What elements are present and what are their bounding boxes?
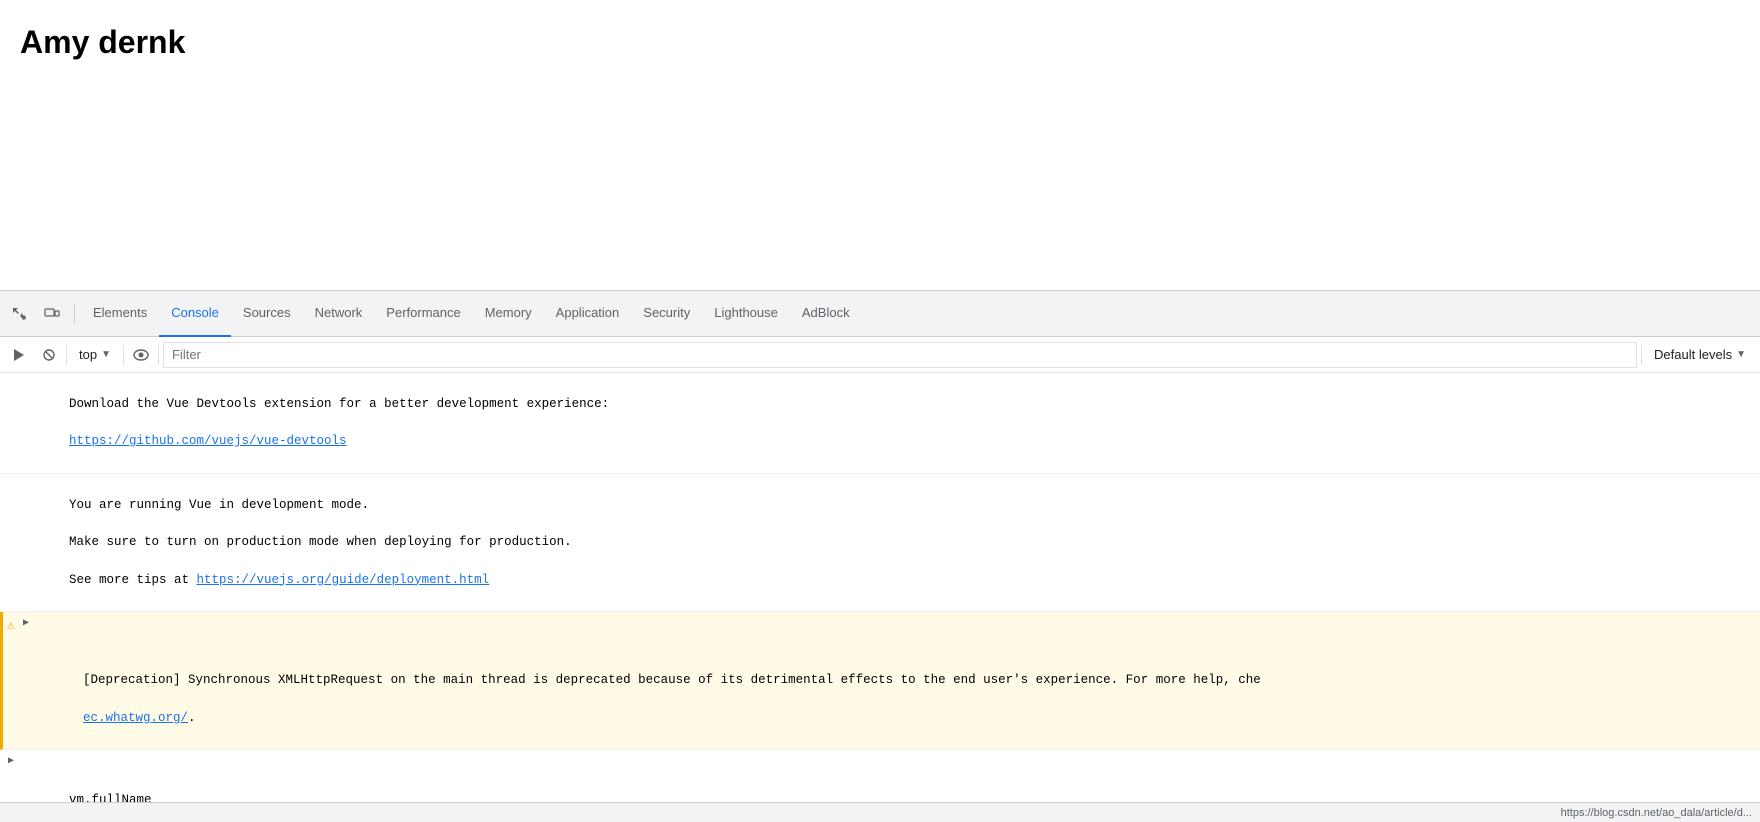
- tab-lighthouse[interactable]: Lighthouse: [702, 291, 790, 337]
- chevron-down-icon: ▼: [101, 349, 111, 360]
- tab-security[interactable]: Security: [631, 291, 702, 337]
- tab-divider: [74, 304, 75, 324]
- vue-deployment-link[interactable]: https://vuejs.org/guide/deployment.html: [197, 573, 490, 587]
- tab-network[interactable]: Network: [303, 291, 375, 337]
- whatwg-link[interactable]: ec.whatwg.org/: [83, 711, 188, 725]
- vue-devtools-link[interactable]: https://github.com/vuejs/vue-devtools: [69, 434, 347, 448]
- input-arrow-icon: ▶: [8, 754, 14, 769]
- chevron-down-icon-levels: ▼: [1736, 349, 1746, 360]
- toolbar-divider: [66, 345, 67, 365]
- devtools-panel: Elements Console Sources Network Perform…: [0, 290, 1760, 822]
- toolbar-divider-2: [123, 345, 124, 365]
- console-message-deprecation: ⚠ ▶ [Deprecation] Synchronous XMLHttpReq…: [0, 612, 1760, 750]
- context-selector[interactable]: top ▼: [71, 342, 119, 368]
- console-input-vm-fullname: ▶ vm.fullName: [0, 750, 1760, 802]
- status-bar: https://blog.csdn.net/ao_dala/article/d.…: [0, 802, 1760, 822]
- expand-triangle[interactable]: ▶: [23, 616, 29, 631]
- tab-performance[interactable]: Performance: [374, 291, 472, 337]
- devtools-tab-bar: Elements Console Sources Network Perform…: [0, 291, 1760, 337]
- filter-input[interactable]: [163, 342, 1637, 368]
- run-script-icon[interactable]: [6, 342, 32, 368]
- tab-console[interactable]: Console: [159, 291, 231, 337]
- tab-adblock[interactable]: AdBlock: [790, 291, 862, 337]
- console-output: Download the Vue Devtools extension for …: [0, 373, 1760, 802]
- page-title: Amy dernk: [20, 24, 1740, 61]
- tab-elements[interactable]: Elements: [81, 291, 159, 337]
- warning-icon: ⚠: [7, 616, 15, 636]
- inspect-element-icon[interactable]: [4, 298, 36, 330]
- log-levels-button[interactable]: Default levels ▼: [1646, 342, 1754, 368]
- tab-memory[interactable]: Memory: [473, 291, 544, 337]
- status-bar-url: https://blog.csdn.net/ao_dala/article/d.…: [1561, 807, 1752, 819]
- eye-icon[interactable]: [128, 342, 154, 368]
- console-toolbar: top ▼ Default levels ▼: [0, 337, 1760, 373]
- console-message-vue-dev: You are running Vue in development mode.…: [0, 474, 1760, 612]
- device-toolbar-icon[interactable]: [36, 298, 68, 330]
- toolbar-divider-4: [1641, 345, 1642, 365]
- console-message-vue-devtools: Download the Vue Devtools extension for …: [0, 373, 1760, 474]
- clear-console-icon[interactable]: [36, 342, 62, 368]
- toolbar-divider-3: [158, 345, 159, 365]
- tab-sources[interactable]: Sources: [231, 291, 303, 337]
- tab-application[interactable]: Application: [544, 291, 632, 337]
